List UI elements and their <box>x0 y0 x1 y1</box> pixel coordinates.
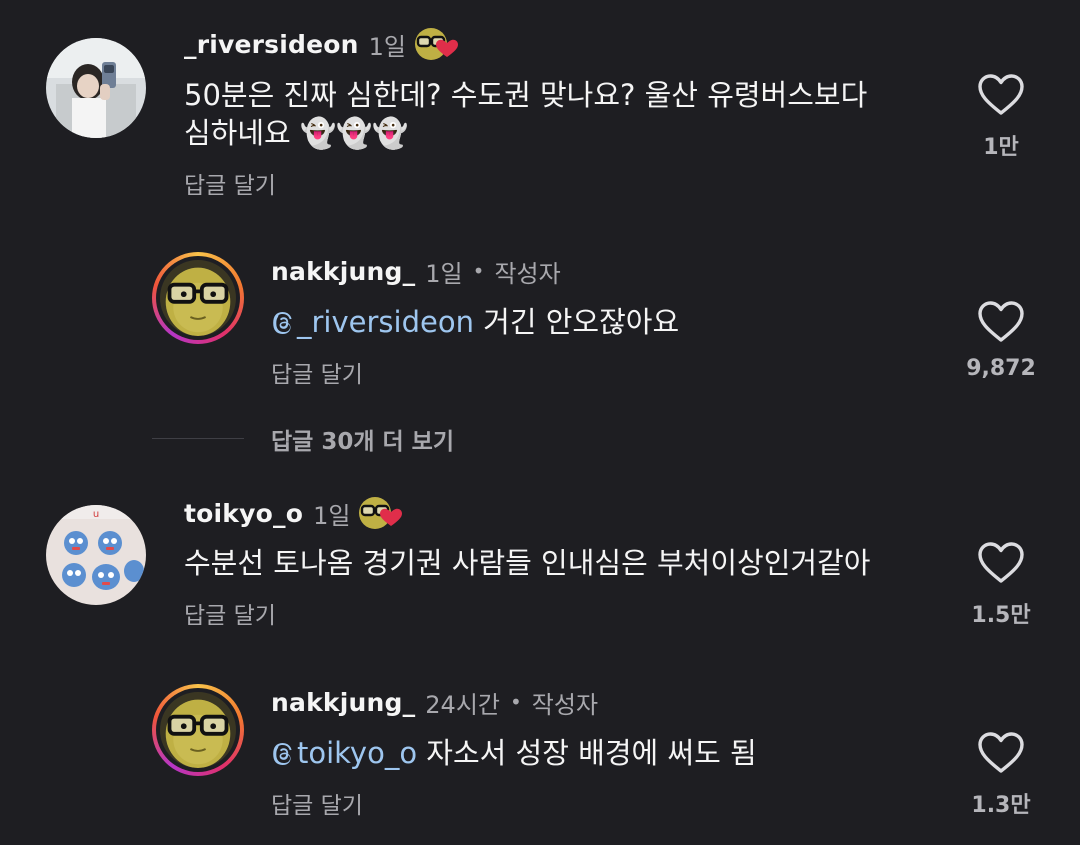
avatar <box>160 692 236 768</box>
threads-icon <box>271 742 295 766</box>
reply-button[interactable]: 답글 달기 <box>184 596 276 630</box>
comment-meta: _riversideon 1일 <box>184 24 458 64</box>
view-more-replies[interactable]: 답글 30개 더 보기 <box>0 418 1080 458</box>
username[interactable]: _riversideon <box>184 30 359 59</box>
liked-by-author-badge-icon <box>414 26 458 62</box>
divider <box>152 438 244 439</box>
comment-meta: nakkjung_ 1일 • 작성자 <box>271 251 561 291</box>
like-count: 1.5만 <box>971 603 1031 628</box>
author-label: 작성자 <box>531 690 599 719</box>
like-control: 1.5만 <box>956 541 1046 629</box>
comment-meta: nakkjung_ 24시간 • 작성자 <box>271 682 598 722</box>
heart-icon[interactable] <box>977 731 1025 775</box>
timestamp: 24시간 <box>425 690 500 719</box>
comment-meta: toikyo_o 1일 <box>184 493 402 533</box>
threads-icon <box>271 311 295 335</box>
avatar[interactable]: u <box>46 505 146 605</box>
view-more-replies-label[interactable]: 답글 30개 더 보기 <box>271 422 454 456</box>
reply-button[interactable]: 답글 달기 <box>271 786 363 820</box>
comment-text: _riversideon 거긴 안오잖아요 <box>271 303 679 341</box>
comment-text: toikyo_o 자소서 성장 배경에 써도 됨 <box>271 734 757 772</box>
story-ring[interactable] <box>152 684 244 776</box>
glasses-character-avatar-icon <box>160 692 236 768</box>
like-count: 9,872 <box>966 356 1036 381</box>
comment-text-line: 심하네요 👻👻👻 <box>184 116 409 150</box>
like-control: 9,872 <box>956 300 1046 381</box>
like-control: 1만 <box>956 73 1046 161</box>
comment-body: 거긴 안오잖아요 <box>473 305 680 339</box>
like-count: 1.3만 <box>971 793 1031 818</box>
stickers-avatar-icon: u <box>46 505 146 605</box>
username[interactable]: nakkjung_ <box>271 688 415 717</box>
username[interactable]: nakkjung_ <box>271 257 415 286</box>
mention-username: _riversideon <box>297 305 474 339</box>
comment-text-line: 50분은 진짜 심한데? 수도권 맞나요? 울산 유령버스보다 <box>184 78 868 112</box>
avatar <box>160 260 236 336</box>
author-label: 작성자 <box>494 259 561 288</box>
selfie-avatar-icon <box>46 38 146 138</box>
mention-link[interactable]: toikyo_o <box>271 736 417 770</box>
like-control: 1.3만 <box>956 731 1046 819</box>
comment-body: 자소서 성장 배경에 써도 됨 <box>417 736 757 770</box>
timestamp: 1일 <box>425 259 463 288</box>
glasses-character-avatar-icon <box>160 260 236 336</box>
liked-by-author-badge-icon <box>358 495 402 531</box>
mention-username: toikyo_o <box>297 736 418 770</box>
avatar[interactable] <box>46 38 146 138</box>
comment-text: 50분은 진짜 심한데? 수도권 맞나요? 울산 유령버스보다 심하네요 👻👻👻 <box>184 76 867 152</box>
username[interactable]: toikyo_o <box>184 499 303 528</box>
comment-text: 수분선 토나옴 경기권 사람들 인내심은 부처이상인거같아 <box>184 546 871 580</box>
heart-icon[interactable] <box>977 73 1025 117</box>
like-count: 1만 <box>983 135 1019 160</box>
story-ring[interactable] <box>152 252 244 344</box>
svg-text:u: u <box>93 509 99 520</box>
reply-button[interactable]: 답글 달기 <box>184 166 276 200</box>
timestamp: 1일 <box>368 32 407 61</box>
separator-dot: • <box>472 259 485 283</box>
timestamp: 1일 <box>313 501 351 530</box>
heart-icon[interactable] <box>977 541 1025 585</box>
heart-icon[interactable] <box>977 300 1025 344</box>
reply-button[interactable]: 답글 달기 <box>271 355 363 389</box>
separator-dot: • <box>509 690 522 714</box>
mention-link[interactable]: _riversideon <box>271 305 474 339</box>
